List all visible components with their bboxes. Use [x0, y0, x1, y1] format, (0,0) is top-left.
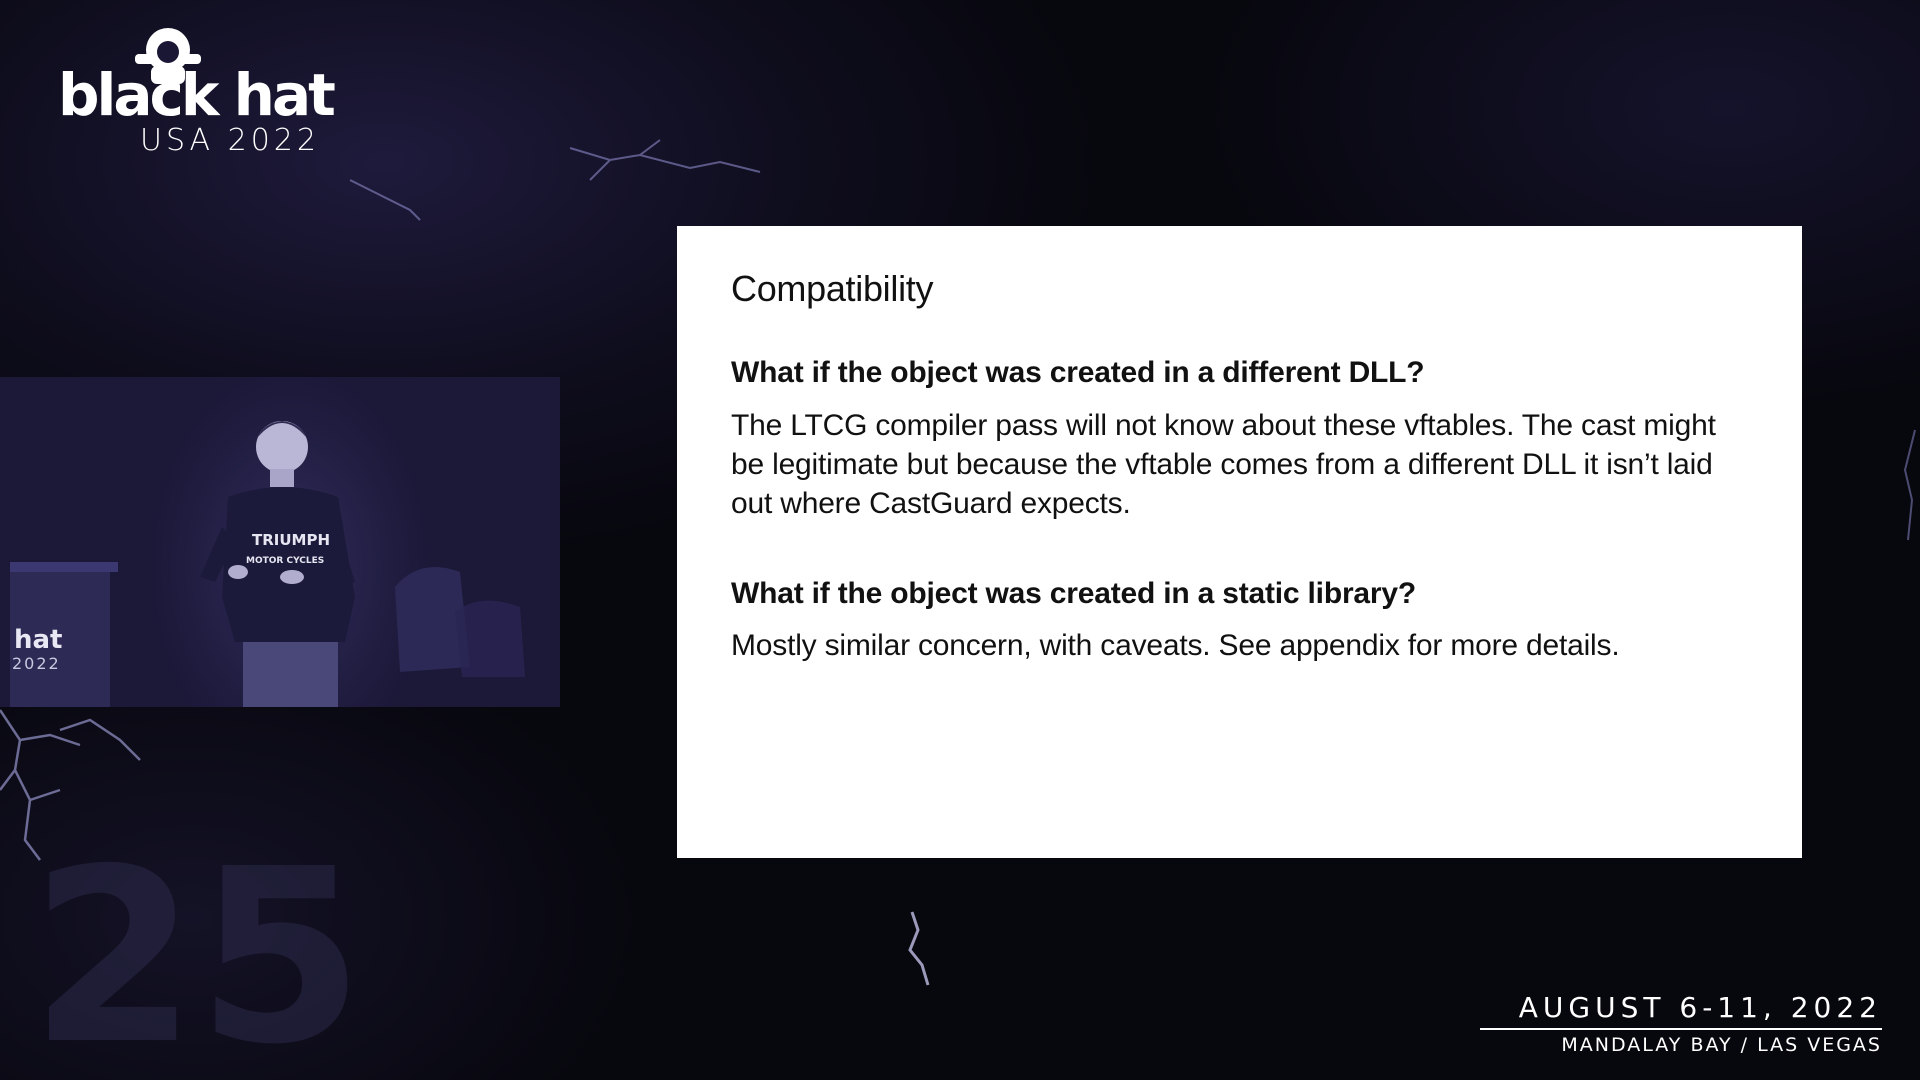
- lightning-bolt-right: [1903, 429, 1916, 541]
- speaker-video: hat 2022 TRIUMPH MOTOR CYCLES: [0, 377, 560, 707]
- black-hat-logo: black hat USA 2022: [58, 26, 388, 158]
- slide-answer-2: Mostly similar concern, with caveats. Se…: [731, 629, 1620, 662]
- event-venue: MANDALAY BAY / LAS VEGAS: [1561, 1034, 1882, 1056]
- podium-year: 2022: [12, 654, 61, 673]
- podium-logo: hat: [14, 625, 62, 655]
- slide-title: Compatibility: [731, 268, 934, 309]
- lightning-bolt-center: [908, 911, 930, 986]
- slide-question-2: What if the object was created in a stat…: [731, 577, 1416, 610]
- slide-question-1: What if the object was created in a diff…: [731, 356, 1425, 389]
- shirt-text-line2: MOTOR CYCLES: [246, 556, 324, 566]
- speaker-scene: hat 2022 TRIUMPH MOTOR CYCLES: [10, 421, 525, 707]
- lightning-bolt-top: [349, 139, 761, 221]
- slide-answer-1: The LTCG compiler pass will not know abo…: [731, 409, 1716, 520]
- logo-wordmark: black hat: [58, 61, 336, 129]
- speaker-legs: [243, 635, 338, 707]
- logo-event-year: USA 2022: [140, 123, 320, 158]
- conference-video-frame: 25 black hat USA 2022 hat 2022 TRIUMPH M…: [0, 0, 1920, 1080]
- presentation-slide: Compatibility What if the object was cre…: [677, 226, 1802, 858]
- shirt-text-line1: TRIUMPH: [252, 531, 330, 549]
- event-divider: [1480, 1028, 1882, 1030]
- event-dates: AUGUST 6-11, 2022: [1518, 991, 1882, 1024]
- anniversary-mark: 25: [30, 817, 364, 1080]
